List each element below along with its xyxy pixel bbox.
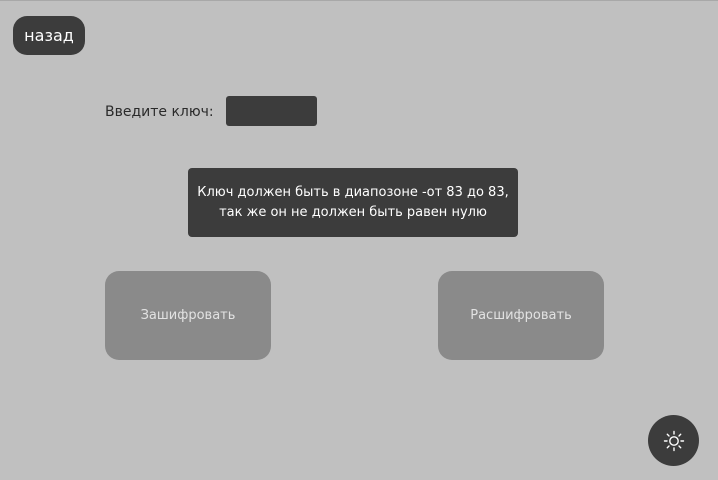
key-range-hint: Ключ должен быть в диапозоне -от 83 до 8… [188,168,518,237]
window-top-border [0,0,718,1]
key-input[interactable] [226,96,317,126]
back-button[interactable]: назад [13,16,85,55]
theme-toggle-button[interactable] [648,415,699,466]
encrypt-button[interactable]: Зашифровать [105,271,271,360]
key-label: Введите ключ: [105,104,214,120]
key-range-hint-text: Ключ должен быть в диапозоне -от 83 до 8… [197,184,509,220]
decrypt-button[interactable]: Расшифровать [438,271,604,360]
sun-icon [663,430,685,452]
